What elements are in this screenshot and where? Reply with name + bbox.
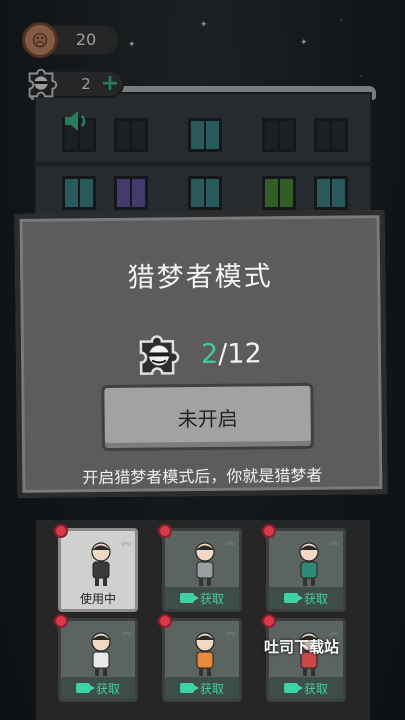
notification-badge (262, 524, 276, 538)
puzzle-piece-icon (139, 335, 180, 375)
character-card[interactable]: ︽ 使用中 (58, 528, 138, 612)
character-card[interactable]: ︽ 获取 (162, 618, 242, 702)
obtain-button[interactable]: 获取 (269, 587, 343, 609)
notification-badge (54, 524, 68, 538)
in-use-label: 使用中 (61, 587, 135, 609)
character-figure (299, 542, 319, 586)
card-label: 使用中 (79, 591, 116, 606)
fragment-progress: 2/12 (201, 338, 262, 370)
character-card[interactable]: ︽ 获取 (266, 528, 346, 612)
character-figure (195, 542, 215, 586)
video-camera-icon (179, 683, 199, 693)
progress-total: 12 (227, 338, 262, 370)
video-camera-icon (179, 593, 199, 603)
chevron-up-icon: ︽ (225, 537, 235, 548)
chevron-up-icon: ︽ (329, 537, 339, 548)
watermark: 吐司下载站 (264, 638, 340, 656)
notification-badge (158, 524, 172, 538)
card-label: 获取 (95, 681, 120, 696)
chevron-up-icon: ︽ (225, 627, 235, 638)
mode-status-button[interactable]: 未开启 (101, 382, 314, 452)
dialog-description: 开启猎梦者模式后，你就是猎梦者 (82, 465, 323, 488)
obtain-button[interactable]: 获取 (165, 587, 239, 609)
obtain-button[interactable]: 获取 (61, 677, 135, 699)
obtain-button[interactable]: 获取 (165, 677, 239, 699)
character-figure (195, 632, 215, 676)
video-camera-icon (75, 683, 95, 693)
card-label: 获取 (199, 681, 224, 696)
video-camera-icon (283, 683, 303, 693)
character-card[interactable]: ︽ 获取 (266, 618, 346, 702)
character-figure (91, 542, 111, 586)
card-label: 获取 (303, 681, 328, 696)
card-label: 获取 (199, 591, 224, 606)
notification-badge (262, 614, 276, 628)
chevron-up-icon: ︽ (121, 537, 131, 548)
character-card[interactable]: ︽ 获取 (58, 618, 138, 702)
obtain-button[interactable]: 获取 (269, 677, 343, 699)
progress-current: 2 (200, 338, 219, 370)
card-label: 获取 (303, 591, 328, 606)
character-card[interactable]: ︽ 获取 (162, 528, 242, 612)
notification-badge (54, 614, 68, 628)
dialog-title: 猎梦者模式 (127, 261, 273, 294)
video-camera-icon (283, 593, 303, 603)
dream-hunter-mode-dialog: 猎梦者模式 2/12 未开启 开启猎梦者模式后，你就是猎梦者 (14, 210, 388, 498)
chevron-up-icon: ︽ (121, 627, 131, 638)
character-figure (91, 632, 111, 676)
notification-badge (158, 614, 172, 628)
